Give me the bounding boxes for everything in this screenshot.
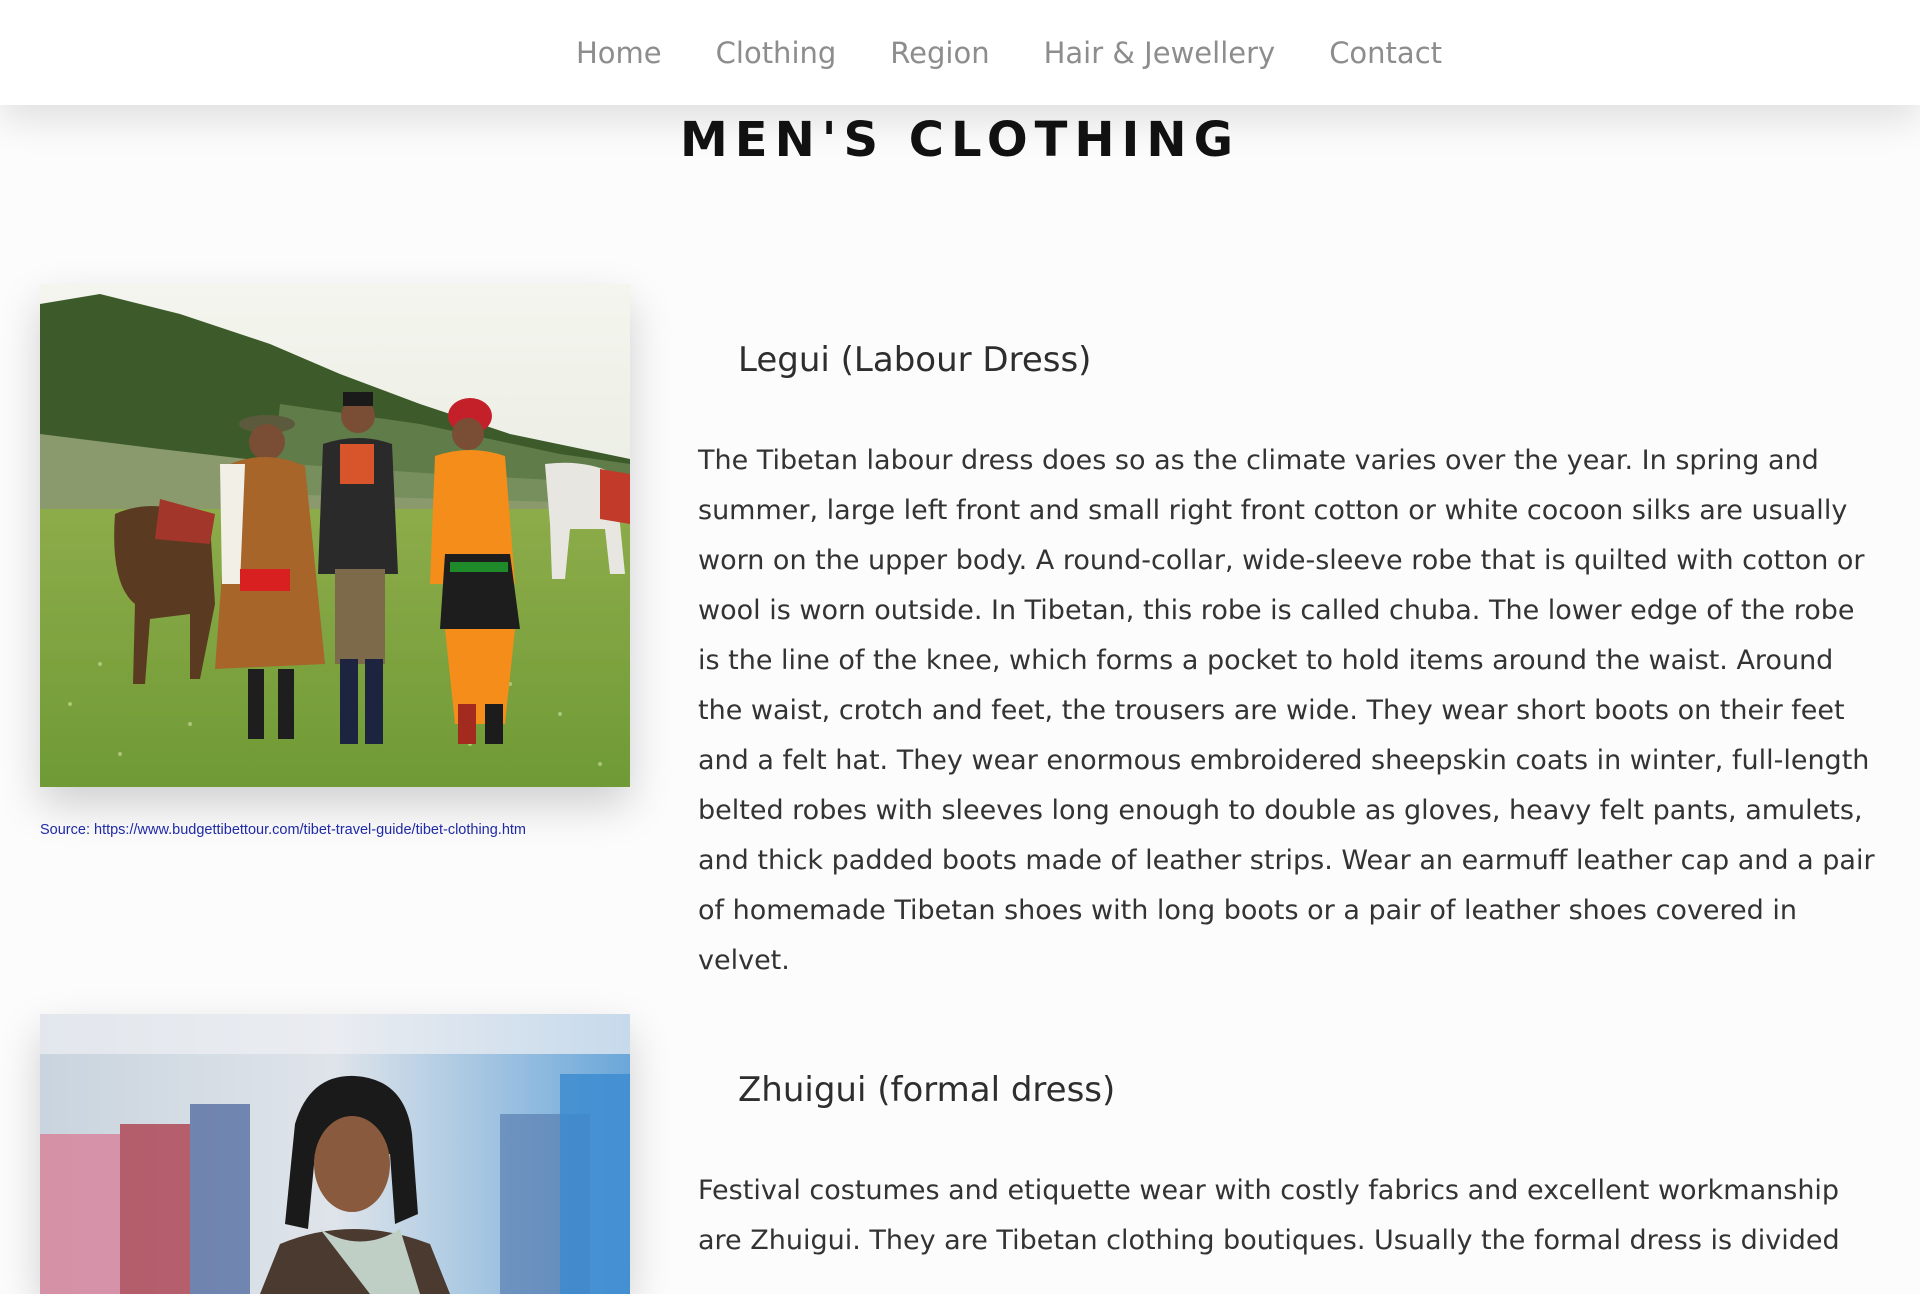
nav-link-hair-jewellery[interactable]: Hair & Jewellery bbox=[1044, 36, 1276, 70]
nav-link-clothing[interactable]: Clothing bbox=[716, 36, 837, 70]
nav-link-home[interactable]: Home bbox=[576, 36, 662, 70]
section-heading-legui: Legui (Labour Dress) bbox=[738, 340, 1092, 380]
nav-link-region[interactable]: Region bbox=[890, 36, 989, 70]
legui-photo bbox=[40, 284, 630, 787]
section-body-zhuigui: Festival costumes and etiquette wear wit… bbox=[698, 1175, 1840, 1256]
nav-menu: Home Clothing Region Hair & Jewellery Co… bbox=[576, 0, 1442, 105]
section-body-legui: The Tibetan labour dress does so as the … bbox=[698, 445, 1875, 976]
section-heading-zhuigui: Zhuigui (formal dress) bbox=[738, 1070, 1116, 1110]
top-navigation-bar: Home Clothing Region Hair & Jewellery Co… bbox=[0, 0, 1920, 105]
page-title: MEN'S CLOTHING bbox=[680, 112, 1240, 168]
nav-link-contact[interactable]: Contact bbox=[1329, 36, 1442, 70]
image-source-caption[interactable]: Source: https://www.budgettibettour.com/… bbox=[40, 822, 526, 838]
zhuigui-photo bbox=[40, 1014, 630, 1294]
